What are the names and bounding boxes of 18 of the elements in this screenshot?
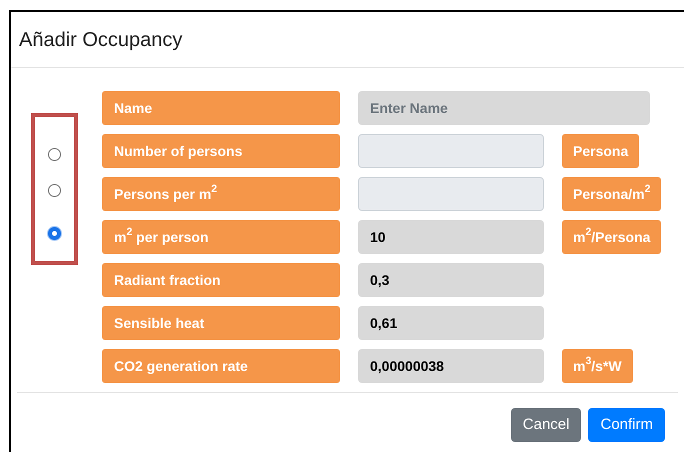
field-label: Persons per m$^{2}$ (102, 177, 340, 211)
field-label: Radiant fraction (102, 263, 340, 297)
unit-label: m$^{3}$/s*W (562, 349, 633, 383)
field-label: Sensible heat (102, 306, 340, 340)
field-label: m$^{2}$ per person (102, 220, 340, 254)
confirm-button[interactable]: Confirm (588, 408, 665, 442)
field-label: Name (102, 91, 340, 125)
input-field[interactable] (358, 177, 544, 211)
field-label: CO2 generation rate (102, 349, 340, 383)
dialog-title: Añadir Occupancy (19, 28, 182, 52)
input-field[interactable] (358, 134, 544, 168)
unit-label: Persona/m$^{2}$ (562, 177, 662, 211)
cancel-button[interactable]: Cancel (510, 408, 582, 442)
radio-button[interactable] (48, 148, 61, 161)
unit-label: Persona (562, 134, 640, 168)
unit-label: m$^{2}$/Persona (562, 220, 662, 254)
radio-button[interactable] (48, 184, 61, 197)
field-label: Number of persons (102, 134, 340, 168)
